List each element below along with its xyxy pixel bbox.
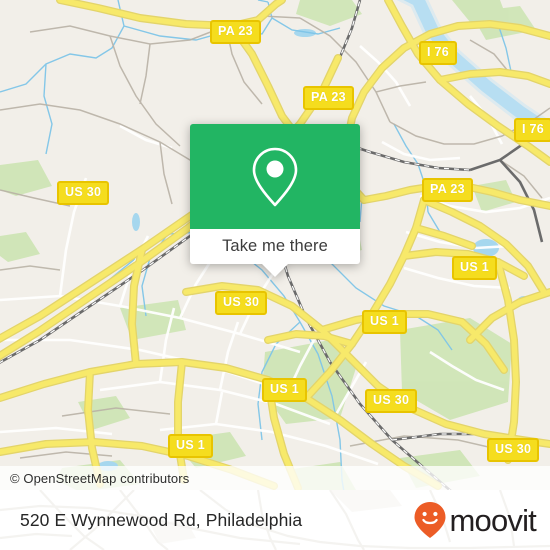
location-address: 520 E Wynnewood Rd, Philadelphia: [20, 509, 303, 530]
moovit-wordmark: moovit: [449, 502, 536, 538]
popup-header: [190, 124, 360, 229]
route-shield: US 1: [262, 378, 307, 402]
location-popup-card[interactable]: Take me there: [190, 124, 360, 277]
map-screenshot: PA 23 I 76 PA 23 I 76 US 30 PA 23 US 1 US 30 US …: [0, 0, 550, 550]
map-attribution-bar: © OpenStreetMap contributors: [0, 466, 550, 490]
attribution-text: © OpenStreetMap contributors: [10, 470, 190, 486]
route-shield: US 1: [168, 434, 213, 458]
footer-bar: 520 E Wynnewood Rd, Philadelphia moovit: [0, 490, 550, 550]
route-shield: PA 23: [303, 86, 354, 110]
route-shield: I 76: [419, 41, 458, 65]
route-shield: US 1: [362, 310, 407, 334]
route-shield: PA 23: [422, 178, 473, 202]
map-pin-icon: [252, 147, 298, 206]
map-canvas[interactable]: PA 23 I 76 PA 23 I 76 US 30 PA 23 US 1 US 30 US …: [0, 0, 550, 492]
moovit-pin-icon: [414, 502, 446, 538]
popup-action-area[interactable]: Take me there: [190, 229, 360, 277]
take-me-there-label[interactable]: Take me there: [222, 237, 328, 256]
route-shield: PA 23: [210, 20, 261, 44]
route-shield: US 30: [365, 389, 418, 413]
popup-pointer-tail: [262, 264, 288, 277]
moovit-brand[interactable]: moovit: [413, 501, 537, 539]
route-shield: US 30: [215, 291, 268, 315]
route-shield: US 1: [452, 256, 497, 280]
route-shield: I 76: [514, 118, 550, 142]
route-shield: US 30: [487, 438, 540, 462]
route-shield: US 30: [57, 181, 110, 205]
